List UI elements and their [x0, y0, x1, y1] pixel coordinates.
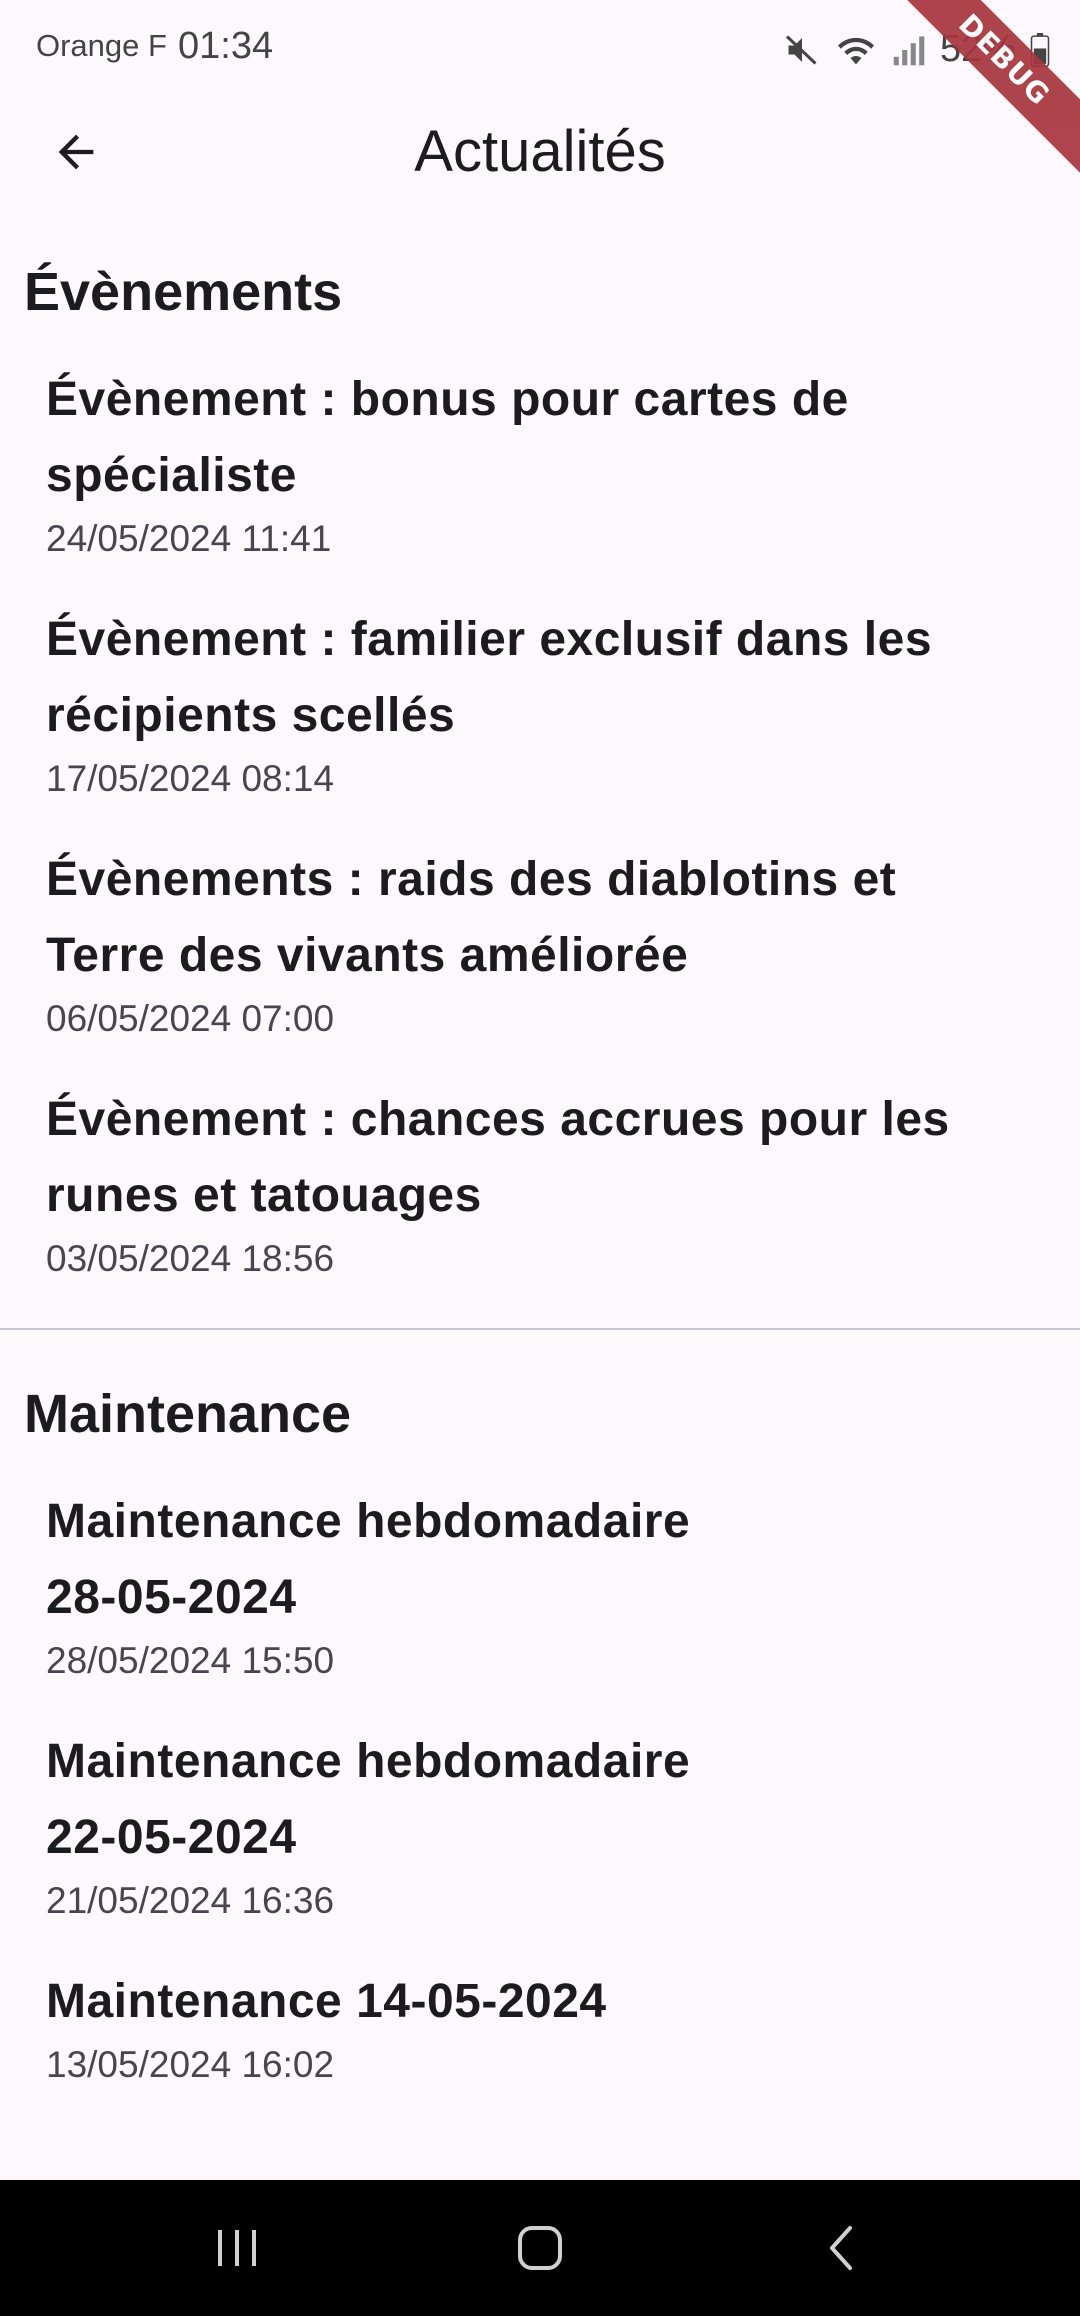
item-date: 24/05/2024 11:41 — [46, 518, 332, 559]
item-title: Maintenance 14-05-2024 — [46, 1975, 607, 2028]
system-nav-bar — [0, 2180, 1080, 2316]
carrier-name: Orange F — [36, 28, 167, 63]
news-list[interactable]: Évènements Évènement : bonus pour cartes… — [0, 208, 1080, 2180]
list-item[interactable]: Évènement : chances accrues pour les run… — [0, 1082, 1080, 1284]
home-icon — [518, 2226, 562, 2270]
section-maintenance: Maintenance Maintenance hebdomadaire 28-… — [0, 1382, 1080, 2090]
item-title: Évènement : bonus pour cartes de spécial… — [46, 373, 849, 502]
recent-apps-button[interactable] — [178, 2206, 298, 2290]
status-bar: Orange F 01:34 52% — [0, 0, 1080, 96]
section-divider — [0, 1328, 1080, 1330]
back-nav-icon — [830, 2226, 852, 2270]
list-item[interactable]: Évènement : bonus pour cartes de spécial… — [0, 362, 1080, 564]
list-item[interactable]: Maintenance hebdomadaire 28-05-2024 28/0… — [0, 1484, 1080, 1686]
item-date: 06/05/2024 07:00 — [46, 998, 335, 1039]
back-nav-button[interactable] — [782, 2206, 902, 2290]
mute-icon — [785, 34, 817, 65]
item-date: 17/05/2024 08:14 — [46, 758, 335, 799]
item-title: Évènements : raids des diablotins et Ter… — [46, 853, 897, 982]
item-title: Maintenance hebdomadaire 22-05-2024 — [46, 1735, 691, 1864]
wifi-icon — [837, 37, 874, 64]
item-title: Maintenance hebdomadaire 28-05-2024 — [46, 1495, 691, 1624]
item-title: Évènement : familier exclusif dans les r… — [46, 613, 933, 742]
list-item[interactable]: Maintenance 14-05-2024 13/05/2024 16:02 — [0, 1964, 1080, 2090]
section-title: Évènements — [24, 262, 343, 322]
app-bar: Actualités — [0, 96, 1080, 208]
status-time: 01:34 — [178, 25, 274, 67]
list-item[interactable]: Évènement : familier exclusif dans les r… — [0, 602, 1080, 804]
item-date: 21/05/2024 16:36 — [46, 1880, 335, 1921]
home-button[interactable] — [480, 2206, 600, 2290]
item-title: Évènement : chances accrues pour les run… — [46, 1093, 950, 1222]
page-title: Actualités — [414, 119, 666, 184]
list-item[interactable]: Évènements : raids des diablotins et Ter… — [0, 842, 1080, 1044]
recent-apps-icon — [218, 2230, 256, 2266]
item-date: 03/05/2024 18:56 — [46, 1238, 335, 1279]
item-date: 13/05/2024 16:02 — [46, 2044, 335, 2085]
item-date: 28/05/2024 15:50 — [46, 1640, 335, 1681]
section-title: Maintenance — [24, 1384, 352, 1444]
signal-icon — [893, 35, 925, 65]
section-events: Évènements Évènement : bonus pour cartes… — [0, 260, 1080, 1330]
list-item[interactable]: Maintenance hebdomadaire 22-05-2024 21/0… — [0, 1724, 1080, 1926]
